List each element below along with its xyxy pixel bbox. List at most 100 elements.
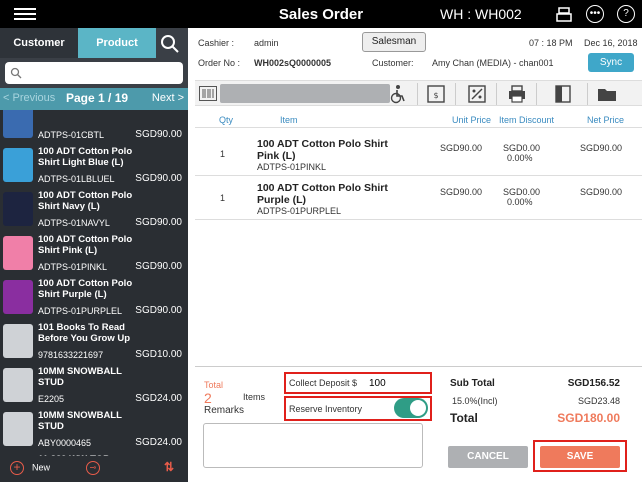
panel-tabs: Customer Product xyxy=(0,28,188,58)
product-name: 100 ADT Cotton Polo Shirt Light Blue (L) xyxy=(38,146,133,168)
toolbar-divider xyxy=(455,83,456,105)
grand-total-value: SGD180.00 xyxy=(557,411,620,425)
previous-page-button[interactable]: < Previous xyxy=(3,92,55,104)
layout-icon[interactable] xyxy=(552,83,574,105)
table-row[interactable]: 1 100 ADT Cotton Polo Shirt Pink (L) ADTPS… xyxy=(195,132,642,176)
remarks-label: Remarks xyxy=(204,405,245,416)
product-list-item[interactable]: 100 ADT Cotton Polo Shirt Navy (L) ADTPS-… xyxy=(0,188,188,232)
tab-customer[interactable]: Customer xyxy=(0,28,78,58)
barcode-icon[interactable] xyxy=(199,86,217,101)
customer-label: Customer: xyxy=(372,58,414,68)
item-code: ADTPS-01PINKL xyxy=(257,162,327,172)
barcode-input[interactable] xyxy=(220,84,390,103)
svg-text:$: $ xyxy=(433,91,438,100)
key-icon[interactable]: ⊸ xyxy=(86,461,100,475)
save-button[interactable]: SAVE xyxy=(540,446,620,468)
product-name: 10MM SNOWBALL STUD xyxy=(38,410,122,432)
panel-bottom-bar: + New ⊸ ⇅ xyxy=(0,456,188,482)
item-code: ADTPS-01PURPLEL xyxy=(257,206,342,216)
cash-register-icon[interactable] xyxy=(555,5,573,23)
remarks-input[interactable] xyxy=(203,423,423,468)
search-icon[interactable] xyxy=(160,34,180,54)
sync-button[interactable]: Sync xyxy=(588,53,634,72)
search-icon xyxy=(10,67,22,79)
page-indicator: Page 1 / 19 xyxy=(66,91,129,105)
unit-price: SGD90.00 xyxy=(440,187,483,197)
product-panel: Customer Product < Previous Page 1 / 19 … xyxy=(0,28,188,482)
product-price: SGD90.00 xyxy=(135,173,182,184)
product-price: SGD90.00 xyxy=(135,305,182,316)
toggle-knob xyxy=(410,400,426,416)
product-code: ADTPS-01PINKL xyxy=(38,262,108,272)
product-code: E2205 xyxy=(38,394,65,404)
price-tag-icon[interactable]: $ xyxy=(425,83,447,105)
product-list-item[interactable]: 101 Books To Read Before You Grow Up 9781… xyxy=(0,320,188,364)
next-page-button[interactable]: Next > xyxy=(152,92,184,104)
salesman-button[interactable]: Salesman xyxy=(362,32,426,52)
product-code: 9781633221697 xyxy=(38,350,104,360)
discount-icon[interactable] xyxy=(466,83,488,105)
product-code: ADTPS-01PURPLEL xyxy=(38,306,123,316)
item-name: 100 ADT Cotton Polo Shirt Purple (L) xyxy=(257,182,388,206)
folder-icon[interactable] xyxy=(596,83,618,105)
order-no-value: WH002sQ0000005 xyxy=(254,58,332,68)
collect-deposit-input[interactable]: 100 xyxy=(365,376,429,392)
new-button[interactable]: + New xyxy=(10,461,50,475)
product-thumbnail xyxy=(3,280,33,314)
cancel-button[interactable]: CANCEL xyxy=(448,446,528,468)
product-list-item[interactable]: 10MM SNOWBALL STUD ABY0000465 SGD24.00 xyxy=(0,408,188,452)
product-code: ADTPS-01LBLUEL xyxy=(38,174,115,184)
product-thumbnail xyxy=(3,236,33,270)
product-list-item[interactable]: 100 ADT Cotton Polo Shirt Light Blue (L)… xyxy=(0,144,188,188)
column-header: Net Price xyxy=(587,115,625,125)
wheelchair-icon[interactable] xyxy=(387,83,409,105)
reserve-inventory-toggle[interactable] xyxy=(394,398,428,418)
subtotal-value: SGD156.52 xyxy=(567,378,620,389)
table-header: Qty Item Unit Price Item Discount Net Price xyxy=(195,112,642,128)
page-title: Sales Order xyxy=(278,6,364,23)
cashier-value: admin xyxy=(254,38,279,48)
product-list-item[interactable]: ADTPS-01CBTL SGD90.00 xyxy=(0,110,188,144)
top-bar: Sales Order WH : WH002 ••• ? xyxy=(0,0,642,28)
warehouse-label: WH : WH002 xyxy=(440,6,522,22)
items-label: Items xyxy=(243,392,266,402)
product-thumbnail xyxy=(3,110,33,138)
help-icon[interactable]: ? xyxy=(617,5,635,23)
product-name: 100 ADT Cotton Polo Shirt Purple (L) xyxy=(38,278,133,300)
grand-total-label: Total xyxy=(450,411,478,425)
product-thumbnail xyxy=(3,148,33,182)
tab-product[interactable]: Product xyxy=(78,28,156,58)
total-items-count: 2 xyxy=(204,390,212,406)
product-list-item[interactable]: 100 ADT Cotton Polo Shirt Pink (L) ADTPS-… xyxy=(0,232,188,276)
printer-icon[interactable] xyxy=(506,83,528,105)
column-header: Item Discount xyxy=(499,115,555,125)
sort-icon[interactable]: ⇅ xyxy=(164,460,174,474)
time: 07 : 18 PM xyxy=(529,38,573,48)
toolbar-divider xyxy=(587,83,588,105)
product-price: SGD10.00 xyxy=(135,349,182,360)
toolbar: $ xyxy=(195,80,642,106)
product-thumbnail xyxy=(3,412,33,446)
cashier-label: Cashier : xyxy=(198,38,235,48)
column-header: Unit Price xyxy=(452,115,492,125)
date: Dec 16, 2018 xyxy=(584,38,638,48)
customer-value: Amy Chan (MEDIA) - chan001 xyxy=(432,58,554,68)
subtotal-label: Sub Total xyxy=(450,378,495,389)
more-icon[interactable]: ••• xyxy=(586,5,604,23)
item-discount: SGD0.00 xyxy=(503,187,541,197)
product-price: SGD24.00 xyxy=(135,393,182,404)
product-list-item[interactable]: 10MM SNOWBALL STUD E2205 SGD24.00 xyxy=(0,364,188,408)
search-input[interactable] xyxy=(5,62,183,84)
order-no-label: Order No : xyxy=(198,58,241,68)
product-list-item[interactable]: 100 ADT Cotton Polo Shirt Purple (L) ADTP… xyxy=(0,276,188,320)
product-price: SGD24.00 xyxy=(135,437,182,448)
toolbar-divider xyxy=(536,83,537,105)
table-row[interactable]: 1 100 ADT Cotton Polo Shirt Purple (L) ADT… xyxy=(195,176,642,220)
product-name: 101 Books To Read Before You Grow Up xyxy=(38,322,131,344)
tax-value: SGD23.48 xyxy=(577,396,620,406)
product-price: SGD90.00 xyxy=(135,129,182,140)
product-thumbnail xyxy=(3,324,33,358)
new-label: New xyxy=(32,462,51,473)
product-price: SGD90.00 xyxy=(135,217,182,228)
pager: < Previous Page 1 / 19 Next > xyxy=(0,88,188,110)
